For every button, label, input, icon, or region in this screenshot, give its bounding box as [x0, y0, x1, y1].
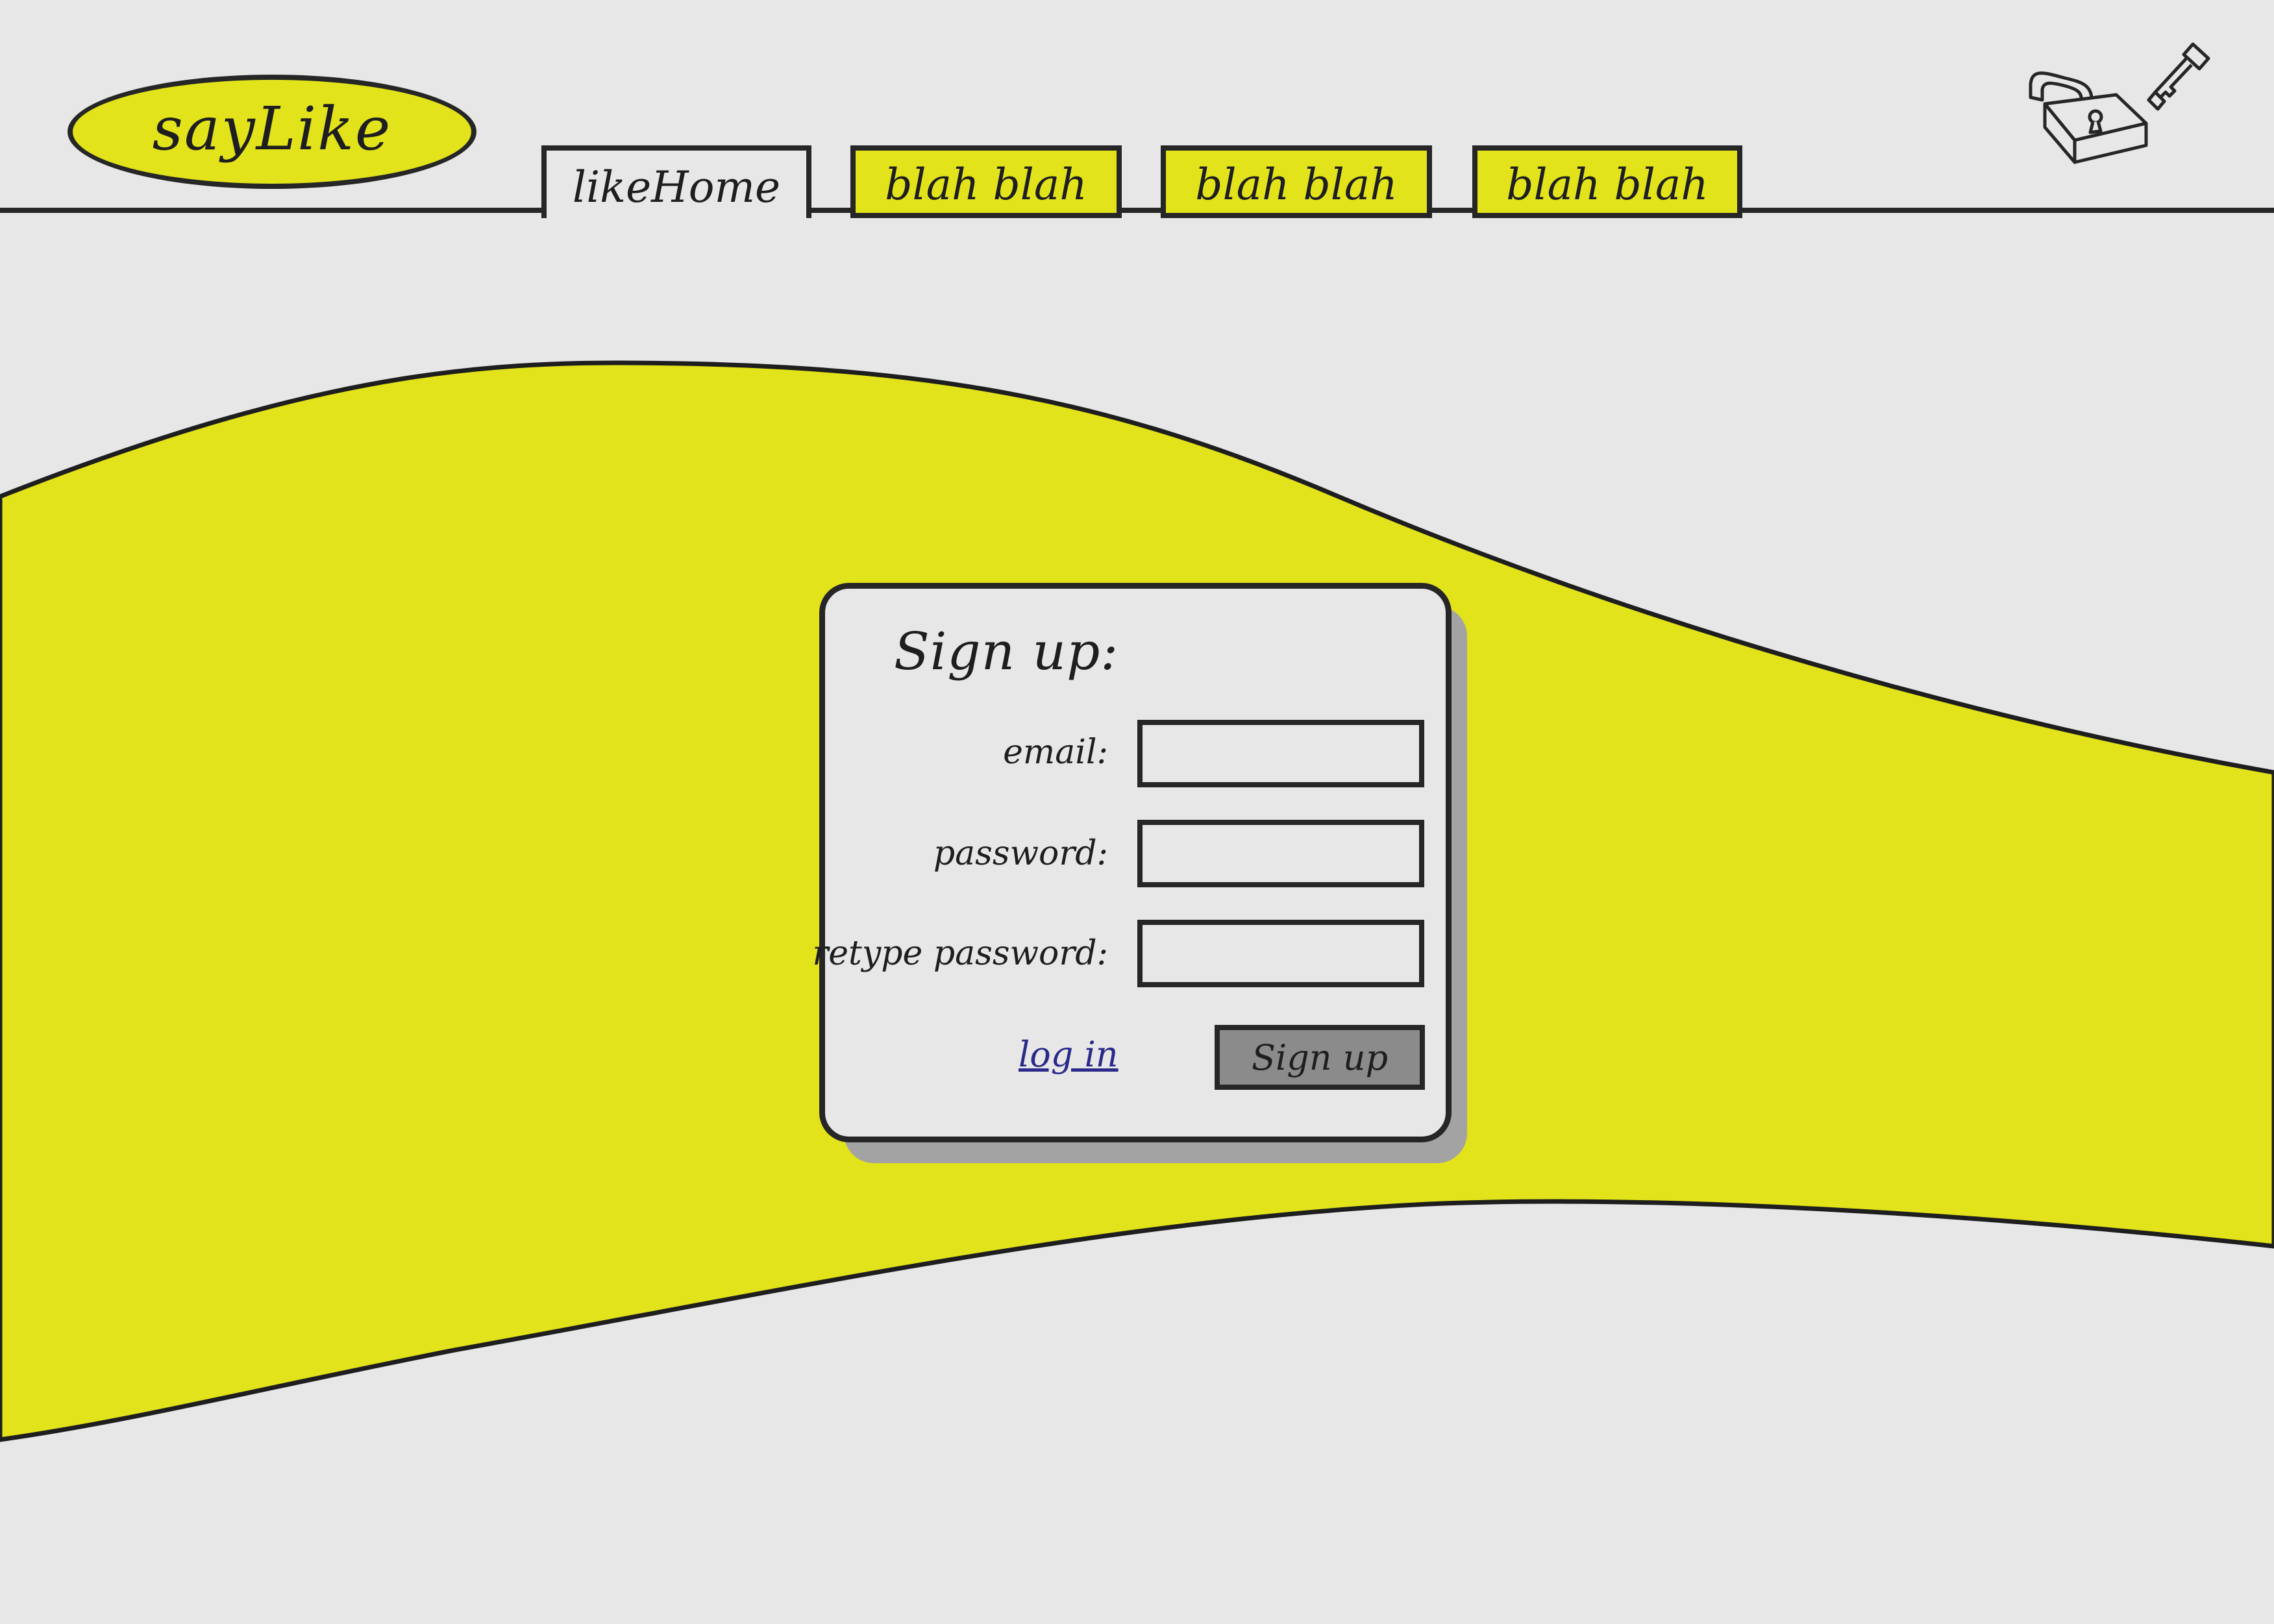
- tab-likehome[interactable]: likeHome: [541, 145, 811, 218]
- retype-password-label: retype password:: [812, 934, 1108, 973]
- tab-blah-blah-3[interactable]: blah blah: [1472, 145, 1742, 218]
- tab-label: blah blah: [1506, 159, 1709, 210]
- login-link[interactable]: log in: [1019, 1034, 1118, 1075]
- tab-label: likeHome: [572, 162, 781, 212]
- password-label: password:: [933, 834, 1108, 873]
- lock-icon: [2029, 71, 2148, 164]
- tab-label: blah blah: [1195, 159, 1398, 210]
- key-icon: [2147, 42, 2210, 111]
- tab-blah-blah-1[interactable]: blah blah: [850, 145, 1122, 218]
- logo-text: sayLike: [152, 93, 392, 164]
- signup-button[interactable]: Sign up: [1215, 1025, 1425, 1090]
- signup-title: Sign up:: [894, 621, 1119, 682]
- email-label: email:: [1003, 733, 1108, 772]
- signup-card: Sign up: email: password: retype passwor…: [812, 583, 1452, 1142]
- app-logo[interactable]: sayLike: [68, 75, 476, 189]
- header-divider: [0, 208, 2274, 213]
- signup-button-label: Sign up: [1251, 1037, 1389, 1078]
- tab-label: blah blah: [885, 159, 1087, 210]
- lock-and-key-icon[interactable]: [2019, 32, 2227, 175]
- email-field[interactable]: [1137, 720, 1424, 787]
- retype-password-field[interactable]: [1137, 920, 1424, 987]
- tab-blah-blah-2[interactable]: blah blah: [1161, 145, 1432, 218]
- password-field[interactable]: [1137, 820, 1424, 887]
